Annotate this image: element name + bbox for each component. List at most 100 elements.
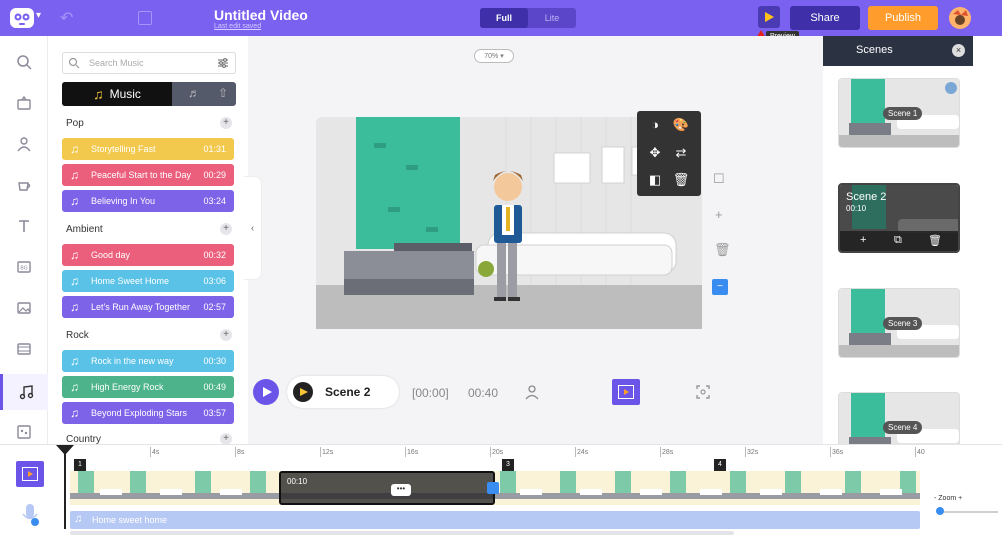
music-search-input[interactable]: Search Music (62, 52, 236, 74)
sound-effects-icon[interactable]: ♬ (188, 86, 200, 100)
palette-icon[interactable]: 🎨 (671, 117, 691, 137)
scenes-panel: Scenes × Scene 1 − Scene 2 00:10 + ⧉ 🗑 −… (823, 36, 973, 444)
trash-icon[interactable]: 🗑 (714, 242, 731, 258)
close-icon[interactable]: × (952, 44, 965, 57)
add-element-button[interactable]: − (712, 279, 728, 295)
tab-music[interactable]: ♫ Music (62, 82, 172, 106)
track-duration: 00:29 (203, 170, 226, 180)
track-item[interactable]: ♫ Believing In You 03:24 (62, 190, 234, 212)
play-button[interactable] (253, 379, 279, 405)
add-icon[interactable]: + (715, 207, 723, 222)
scenes-scrollbar[interactable] (973, 36, 1002, 444)
search-icon (68, 57, 80, 69)
mode-lite-button[interactable]: Lite (528, 8, 576, 28)
playhead[interactable] (64, 445, 66, 529)
contrast-icon[interactable]: ◑ (645, 117, 665, 137)
collapse-panel-button[interactable]: ‹ (244, 176, 262, 280)
add-category-country-button[interactable]: + (220, 433, 232, 444)
scene-thumbnail[interactable]: Scene 4 (838, 392, 960, 444)
flip-icon[interactable]: ◧ (645, 172, 665, 192)
track-duration: 02:57 (203, 302, 226, 312)
effects-icon (17, 425, 31, 439)
track-item[interactable]: ♫ Home Sweet Home 03:06 (62, 270, 234, 292)
scene-selector[interactable]: Scene 2 (287, 376, 399, 408)
current-time: [00:00] (412, 386, 449, 400)
segment-number: 1 (74, 459, 86, 471)
video-title[interactable]: Untitled Video (214, 7, 308, 23)
timeline-scrollbar[interactable] (70, 531, 734, 535)
track-item[interactable]: ♫ Storytelling Fast 01:31 (62, 138, 234, 160)
props-cup-icon (18, 182, 31, 191)
selected-scene-segment[interactable]: 00:10 ••• (279, 471, 495, 505)
scene-thumbnail-selected[interactable]: Scene 2 00:10 + ⧉ 🗑 (838, 183, 960, 253)
comment-icon[interactable]: ☐ (713, 171, 725, 187)
rail-props[interactable] (0, 167, 48, 203)
ruler-tick (575, 447, 576, 457)
zoom-slider[interactable] (938, 511, 998, 513)
category-rock: Rock (66, 330, 89, 341)
audio-track[interactable]: ♫ Home sweet home (70, 511, 920, 529)
fit-screen-icon[interactable] (696, 385, 710, 399)
rail-videos[interactable] (0, 331, 48, 367)
zoom-slider-knob[interactable] (936, 507, 944, 515)
swap-icon[interactable]: ⇄ (671, 145, 691, 165)
music-panel: Search Music ♫ Music ♬ ⇧ Pop + ♫ Storyte… (56, 44, 242, 444)
delete-icon[interactable]: 🗑 (671, 172, 691, 192)
rail-characters[interactable] (0, 126, 48, 162)
microphone-icon[interactable] (20, 503, 40, 527)
chevron-down-icon[interactable]: ▾ (36, 10, 41, 21)
scene-thumbnail[interactable]: Scene 1 (838, 78, 960, 148)
upload-icon[interactable]: ⇧ (218, 86, 228, 100)
svg-text:BG: BG (20, 266, 27, 272)
track-item[interactable]: ♫ Rock in the new way 00:30 (62, 350, 234, 372)
rail-properties[interactable] (0, 85, 48, 121)
add-category-ambient-button[interactable]: + (220, 223, 232, 235)
add-icon[interactable]: + (860, 234, 866, 246)
more-options-button[interactable]: ••• (391, 484, 411, 496)
ruler-tick (490, 447, 491, 457)
share-button[interactable]: Share (790, 6, 860, 30)
duplicate-icon[interactable]: ⧉ (894, 234, 902, 247)
add-category-rock-button[interactable]: + (220, 329, 232, 341)
scene-actions: + ⧉ 🗑 (840, 231, 958, 251)
person-icon[interactable] (524, 384, 540, 400)
segment-number: 3 (502, 459, 514, 471)
track-item[interactable]: ♫ Let's Run Away Together 02:57 (62, 296, 234, 318)
copy-icon[interactable] (138, 11, 152, 25)
animaker-logo-icon[interactable] (8, 6, 36, 30)
publish-button[interactable]: Publish (868, 6, 938, 30)
scene-label: Scene 3 (883, 317, 923, 330)
scenes-track-button[interactable] (16, 461, 44, 487)
user-avatar[interactable] (948, 6, 972, 30)
add-category-pop-button[interactable]: + (220, 117, 232, 129)
segment-resize-handle[interactable] (487, 482, 499, 494)
scene-thumbnail[interactable]: Scene 3 (838, 288, 960, 358)
scene-video-button[interactable] (612, 379, 640, 405)
preview-button[interactable] (758, 6, 780, 28)
scene-play-icon[interactable] (293, 382, 313, 402)
track-name: Storytelling Fast (91, 144, 156, 154)
mode-full-button[interactable]: Full (480, 8, 528, 28)
undo-icon[interactable]: ↶ (60, 8, 73, 28)
rail-backgrounds[interactable]: BG (0, 249, 48, 285)
track-item[interactable]: ♫ Beyond Exploding Stars 03:57 (62, 402, 234, 424)
rail-images[interactable] (0, 290, 48, 326)
filter-sliders-icon[interactable] (217, 57, 229, 69)
move-icon[interactable]: ✥ (645, 145, 665, 165)
trash-icon[interactable]: 🗑 (928, 234, 942, 247)
zoom-dropdown[interactable]: 70% ▾ (474, 49, 514, 63)
background-icon: BG (17, 261, 31, 273)
rail-search[interactable] (0, 44, 48, 80)
ruler-tick (915, 447, 916, 457)
video-icon (17, 343, 31, 355)
track-duration: 03:24 (203, 196, 226, 206)
track-item[interactable]: ♫ Good day 00:32 (62, 244, 234, 266)
track-item[interactable]: ♫ High Energy Rock 00:49 (62, 376, 234, 398)
track-item[interactable]: ♫ Peaceful Start to the Day 00:29 (62, 164, 234, 186)
rail-text[interactable] (0, 208, 48, 244)
text-icon (19, 220, 29, 232)
ruler-label: 28s (662, 449, 674, 456)
rail-music[interactable] (0, 374, 48, 410)
last-saved-link[interactable]: Last edit saved (214, 23, 261, 30)
ruler-tick (405, 447, 406, 457)
